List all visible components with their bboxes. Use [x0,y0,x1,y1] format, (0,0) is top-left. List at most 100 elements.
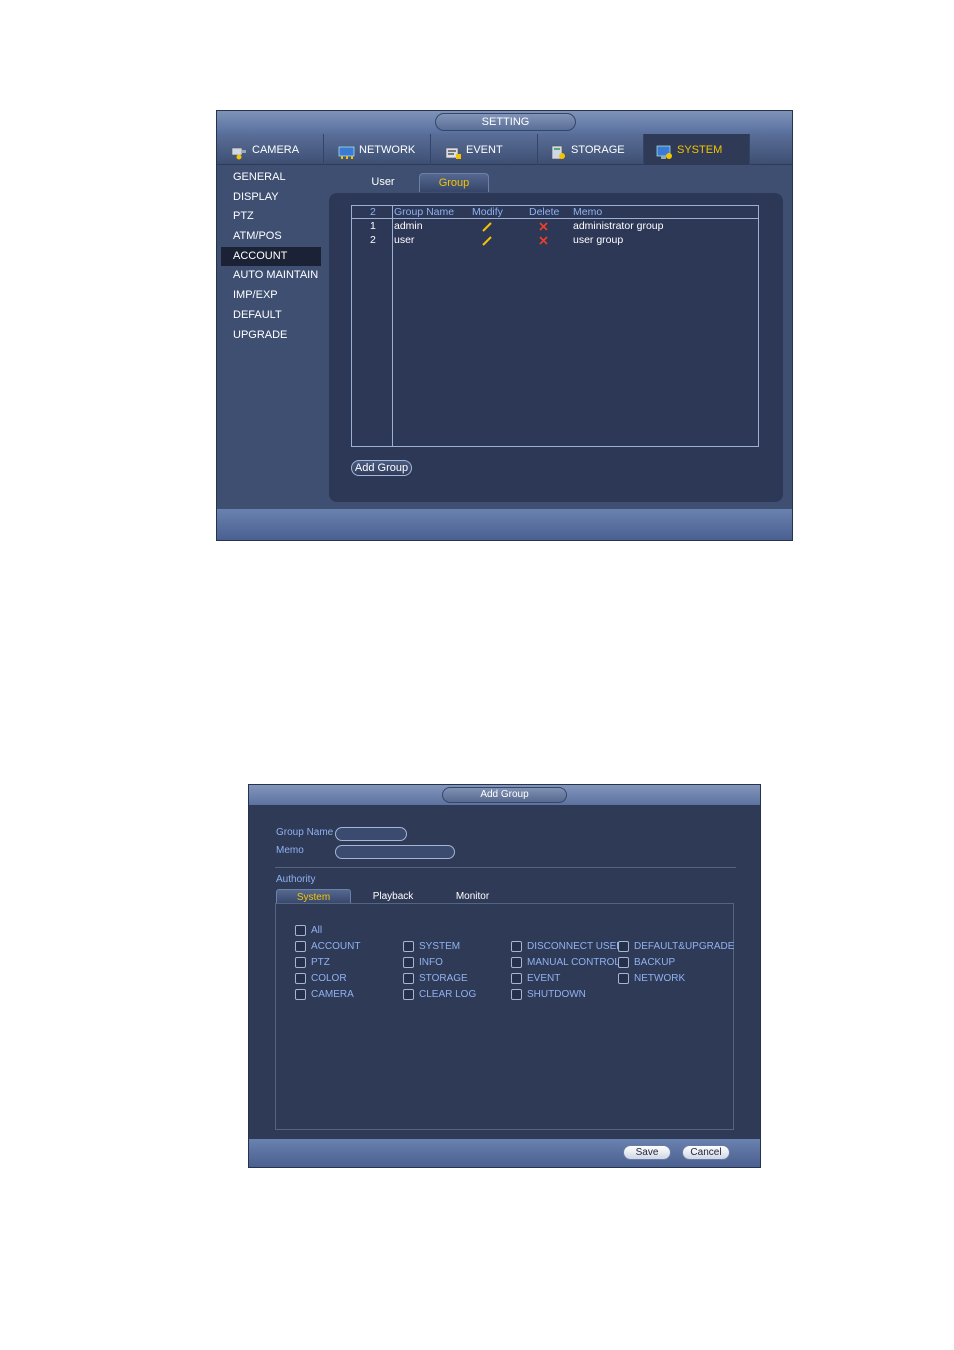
checkbox-event[interactable]: EVENT [511,973,560,984]
checkbox-manual-control[interactable]: MANUAL CONTROL [511,957,620,968]
row-group-name: admin [394,220,423,232]
sidebar-item-ptz[interactable]: PTZ [221,207,321,227]
checkbox-box[interactable] [618,957,629,968]
tab-playback-authority[interactable]: Playback [363,889,423,904]
checkbox-color[interactable]: COLOR [295,973,347,984]
tab-storage[interactable]: STORAGE [538,134,644,165]
checkbox-label: SHUTDOWN [527,989,586,1000]
add-group-dialog: Add Group Group Name Memo Authority Syst… [248,784,761,1168]
checkbox-camera[interactable]: CAMERA [295,989,354,1000]
add-group-button[interactable]: Add Group [351,460,412,476]
group-table: 2 Group Name Modify Delete Memo 1 admin … [351,205,759,447]
checkbox-ptz[interactable]: PTZ [295,957,330,968]
checkbox-box[interactable] [403,989,414,1000]
subtab-user[interactable]: User [357,173,409,192]
tab-storage-label: STORAGE [571,143,625,156]
sidebar-item-imp-exp[interactable]: IMP/EXP [221,286,321,306]
checkbox-box[interactable] [403,973,414,984]
setting-title: SETTING [435,113,576,131]
checkbox-account[interactable]: ACCOUNT [295,941,360,952]
modify-pencil-icon[interactable] [482,236,493,250]
divider [275,867,736,868]
checkbox-label: CAMERA [311,989,354,1000]
checkbox-box[interactable] [295,941,306,952]
tab-system-authority[interactable]: System [276,889,351,904]
sidebar-item-auto-maintain[interactable]: AUTO MAINTAIN [221,266,321,286]
add-group-title: Add Group [442,787,567,803]
checkbox-clear-log[interactable]: CLEAR LOG [403,989,476,1000]
checkbox-box[interactable] [511,989,522,1000]
group-name-input[interactable] [335,827,407,841]
checkbox-label: All [311,925,323,936]
checkbox-network[interactable]: NETWORK [618,973,685,984]
checkbox-box[interactable] [511,973,522,984]
setting-footer [217,509,792,540]
table-row[interactable]: 2 user user group [352,234,758,247]
header-delete: Delete [529,206,560,218]
checkbox-backup[interactable]: BACKUP [618,957,675,968]
checkbox-label: PTZ [311,957,330,968]
checkbox-box[interactable] [403,957,414,968]
delete-x-icon[interactable] [539,236,548,249]
tab-monitor-authority[interactable]: Monitor [445,889,500,904]
checkbox-label: CLEAR LOG [419,989,477,1000]
header-modify: Modify [472,206,503,218]
tab-event[interactable]: EVENT [431,134,538,165]
save-button[interactable]: Save [623,1145,671,1160]
setting-window: SETTING CAMERA NETWORK EVENT STORAGE SYS… [216,110,793,541]
camera-icon [231,142,248,160]
tab-network[interactable]: NETWORK [324,134,431,165]
sidebar-item-general[interactable]: GENERAL [221,168,321,188]
tab-system-label: SYSTEM [677,143,723,156]
checkbox-box[interactable] [295,925,306,936]
table-header: 2 Group Name Modify Delete Memo [352,206,758,219]
checkbox-box[interactable] [511,957,522,968]
sidebar-item-default[interactable]: DEFAULT [221,306,321,326]
table-row[interactable]: 1 admin administrator group [352,220,758,233]
checkbox-box[interactable] [511,941,522,952]
checkbox-label: MANUAL CONTROL [527,957,620,968]
subtab-group[interactable]: Group [419,173,489,192]
sidebar-item-atm-pos[interactable]: ATM/POS [221,227,321,247]
row-group-name: user [394,234,415,246]
checkbox-disconnect-user[interactable]: DISCONNECT USER [511,941,624,952]
checkbox-box[interactable] [618,941,629,952]
main-tab-bar: CAMERA NETWORK EVENT STORAGE SYSTEM [217,134,792,165]
checkbox-box[interactable] [295,957,306,968]
checkbox-storage[interactable]: STORAGE [403,973,468,984]
cancel-button[interactable]: Cancel [682,1145,730,1160]
checkbox-label: COLOR [311,973,347,984]
checkbox-box[interactable] [295,973,306,984]
tab-camera[interactable]: CAMERA [217,134,324,165]
sidebar-item-account[interactable]: ACCOUNT [221,246,321,267]
checkbox-info[interactable]: INFO [403,957,443,968]
sidebar-item-display[interactable]: DISPLAY [221,188,321,208]
network-icon [338,142,355,159]
memo-label: Memo [276,845,304,856]
row-index: 2 [370,234,376,246]
checkbox-default-upgrade[interactable]: DEFAULT&UPGRADE [618,941,734,952]
checkbox-box[interactable] [618,973,629,984]
storage-icon [550,142,567,160]
checkbox-system[interactable]: SYSTEM [403,941,460,952]
tab-event-label: EVENT [466,143,503,156]
row-memo: administrator group [573,220,664,232]
checkbox-shutdown[interactable]: SHUTDOWN [511,989,586,1000]
authority-panel [275,903,734,1130]
checkbox-all[interactable]: All [295,925,322,936]
checkbox-label: NETWORK [634,973,686,984]
memo-input[interactable] [335,845,455,859]
checkbox-label: BACKUP [634,957,676,968]
sidebar-item-upgrade[interactable]: UPGRADE [221,326,321,346]
tab-camera-label: CAMERA [252,143,300,156]
event-icon [445,142,462,159]
checkbox-box[interactable] [295,989,306,1000]
checkbox-label: INFO [419,957,443,968]
checkbox-box[interactable] [403,941,414,952]
system-icon [656,142,673,159]
add-group-footer: Save Cancel [249,1139,760,1167]
setting-titlebar: SETTING [217,111,792,134]
tab-system[interactable]: SYSTEM [644,134,750,165]
checkbox-label: DISCONNECT USER [527,941,624,952]
checkbox-label: ACCOUNT [311,941,361,952]
